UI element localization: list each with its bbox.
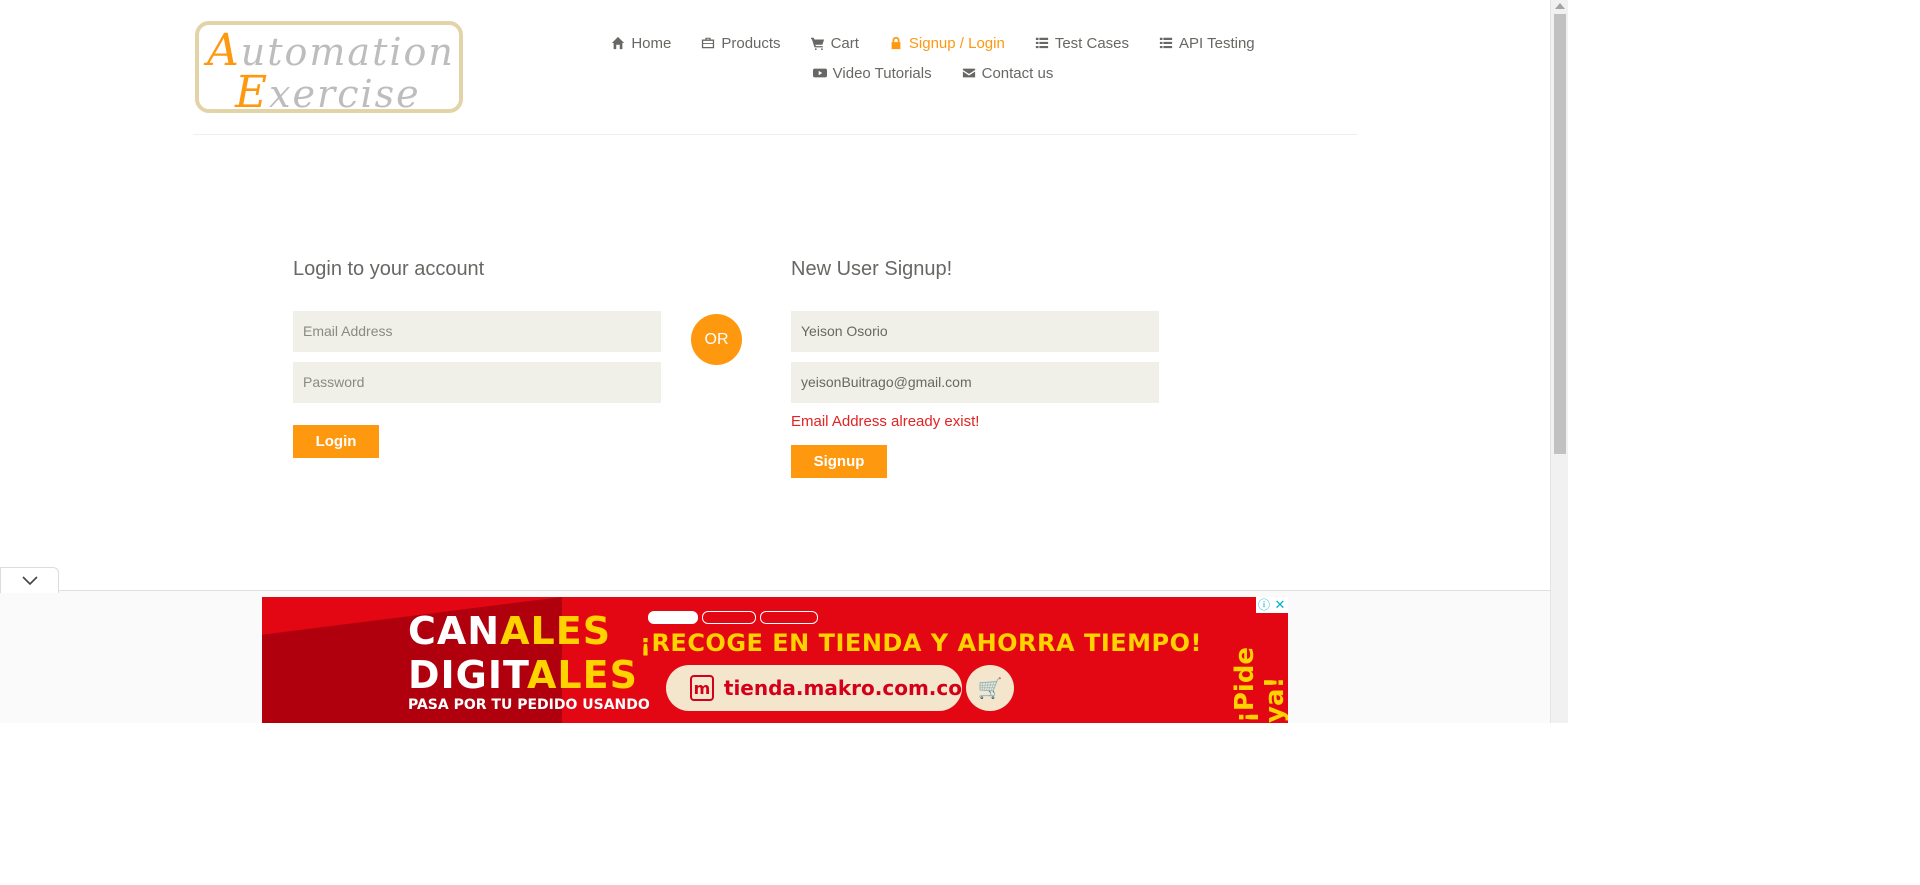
ad-cart-icon: 🛒 (966, 665, 1014, 711)
close-icon[interactable]: ✕ (1272, 597, 1288, 613)
login-button[interactable]: Login (293, 425, 379, 458)
info-icon[interactable]: ⓘ (1256, 597, 1272, 613)
signup-form: New User Signup! Yeison Osorio yeisonBui… (791, 258, 1159, 478)
nav-contact-us[interactable]: Contact us (962, 65, 1053, 82)
cart-icon (810, 37, 824, 50)
home-icon (612, 36, 625, 50)
logo-text-2: xercise (269, 72, 421, 116)
nav-test-cases[interactable]: Test Cases (1035, 35, 1129, 52)
ad-url-text: tienda.makro.com.co (723, 676, 962, 700)
ad-tag (759, 611, 819, 624)
signup-name-input[interactable]: Yeison Osorio (791, 311, 1159, 352)
signup-button[interactable]: Signup (791, 445, 887, 478)
nav-cart[interactable]: Cart (810, 35, 859, 52)
ad-side-text: ¡Pide ya! (1230, 646, 1288, 723)
ad-text-canales-a: CAN (408, 609, 501, 653)
nav-home[interactable]: Home (611, 35, 671, 52)
ad-text-canales-b: ALES (500, 609, 612, 653)
nav-products[interactable]: Products (701, 35, 781, 52)
briefcase-icon (702, 37, 715, 49)
login-title: Login to your account (293, 258, 485, 280)
ad-subtext: PASA POR TU PEDIDO USANDO (408, 697, 650, 713)
ad-tag (701, 611, 756, 624)
login-email-input[interactable]: Email Address (293, 311, 661, 352)
ad-tag (648, 611, 698, 624)
scrollbar-thumb[interactable] (1554, 14, 1566, 454)
ad-banner[interactable]: CANALES DIGITALES PASA POR TU PEDIDO USA… (262, 597, 1288, 723)
main-nav: Home Products Cart Signup / Login Test C… (593, 28, 1273, 88)
signup-error-message: Email Address already exist! (791, 413, 980, 430)
site-header: Automation Exercise Home Products Cart S… (193, 0, 1357, 135)
site-logo[interactable]: Automation Exercise (195, 21, 463, 118)
page-scrollbar[interactable] (1550, 0, 1568, 723)
ad-collapse-toggle[interactable] (0, 567, 59, 593)
chevron-down-icon (21, 575, 38, 585)
ad-text-digitales-a: DIGIT (408, 653, 527, 697)
nav-video-tutorials[interactable]: Video Tutorials (812, 65, 932, 82)
logo-cap-e: E (235, 67, 270, 118)
makro-logo-icon: m (690, 675, 714, 701)
login-form: Login to your account Email Address Pass… (293, 258, 661, 458)
signup-title: New User Signup! (791, 258, 953, 280)
nav-signup-login[interactable]: Signup / Login (889, 35, 1005, 52)
login-password-input[interactable]: Password (293, 362, 661, 403)
ad-url-pill[interactable]: m tienda.makro.com.co (666, 665, 962, 711)
ad-text-digitales-b: ALES (526, 653, 638, 697)
list-icon (1035, 37, 1048, 49)
or-divider: OR (691, 314, 742, 365)
scroll-up-arrow-icon[interactable] (1555, 3, 1565, 9)
nav-api-testing[interactable]: API Testing (1159, 35, 1255, 52)
signup-email-input[interactable]: yeisonBuitrago@gmail.com (791, 362, 1159, 403)
list-icon (1159, 37, 1173, 49)
nav-row-1: Home Products Cart Signup / Login Test C… (593, 28, 1273, 58)
ad-tags (648, 611, 819, 624)
nav-row-2: Video Tutorials Contact us (593, 58, 1273, 88)
youtube-play-icon (812, 68, 827, 78)
ad-headline: ¡RECOGE EN TIENDA Y AHORRA TIEMPO! (640, 629, 1202, 657)
lock-icon (891, 36, 901, 50)
envelope-icon (962, 68, 975, 78)
